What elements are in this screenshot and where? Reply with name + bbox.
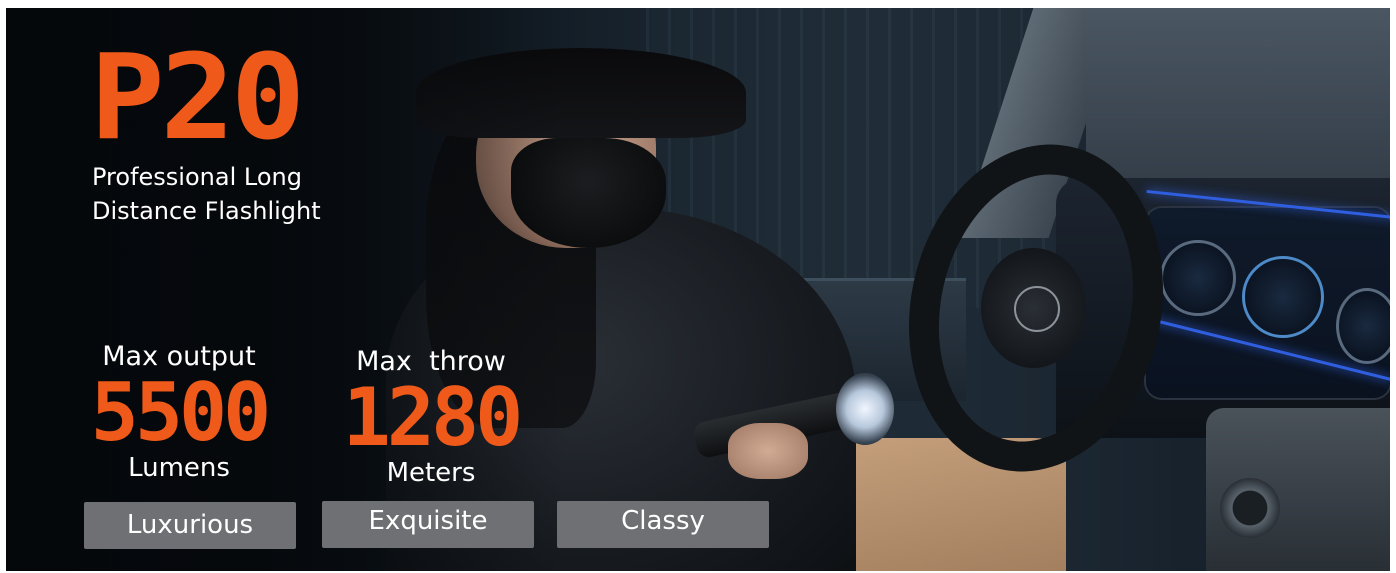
feature-tag-classy: Classy [557, 501, 769, 548]
max-throw-stat: Max throw 1280 Meters [328, 346, 534, 488]
product-banner: P20 Professional Long Distance Flashligh… [6, 8, 1390, 571]
stat-value: 5500 [90, 366, 272, 459]
tachometer-gauge [1160, 240, 1236, 316]
speedometer-gauge [1242, 256, 1324, 338]
feature-tag-exquisite: Exquisite [322, 501, 534, 548]
subtitle-line-1: Professional Long [92, 163, 302, 191]
car-logo-icon [1014, 286, 1060, 332]
air-vent [1220, 478, 1280, 538]
feature-tag-luxurious: Luxurious [84, 502, 296, 549]
product-title: P20 [90, 28, 305, 166]
flashlight-head [836, 373, 894, 445]
person-hand [728, 423, 808, 479]
product-subtitle: Professional Long Distance Flashlight [92, 160, 321, 228]
subtitle-line-2: Distance Flashlight [92, 197, 321, 225]
clock-gauge [1336, 288, 1390, 364]
stat-value: 1280 [342, 371, 524, 464]
max-output-stat: Max output 5500 Lumens [74, 341, 284, 483]
